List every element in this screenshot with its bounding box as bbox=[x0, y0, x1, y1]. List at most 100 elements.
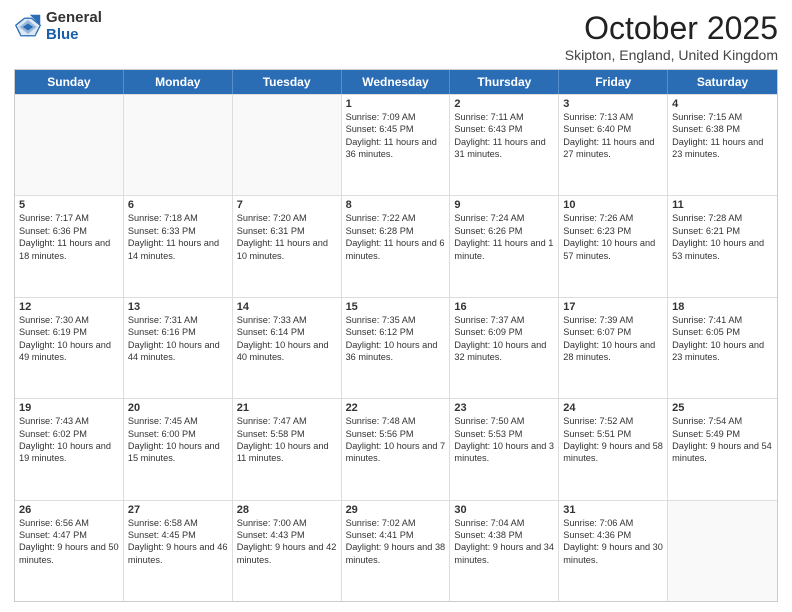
week-row-3: 12Sunrise: 7:30 AM Sunset: 6:19 PM Dayli… bbox=[15, 297, 777, 398]
cell-text: Sunrise: 7:17 AM Sunset: 6:36 PM Dayligh… bbox=[19, 212, 119, 262]
day-number: 4 bbox=[672, 98, 773, 110]
day-number: 15 bbox=[346, 301, 446, 313]
day-number: 16 bbox=[454, 301, 554, 313]
cell-text: Sunrise: 7:52 AM Sunset: 5:51 PM Dayligh… bbox=[563, 415, 663, 465]
day-number: 25 bbox=[672, 402, 773, 414]
day-number: 30 bbox=[454, 504, 554, 516]
day-number: 7 bbox=[237, 199, 337, 211]
day-number: 19 bbox=[19, 402, 119, 414]
day-number: 11 bbox=[672, 199, 773, 211]
day-number: 17 bbox=[563, 301, 663, 313]
cell-text: Sunrise: 7:20 AM Sunset: 6:31 PM Dayligh… bbox=[237, 212, 337, 262]
logo-icon bbox=[14, 13, 42, 41]
month-title: October 2025 bbox=[565, 10, 778, 47]
cell-text: Sunrise: 7:26 AM Sunset: 6:23 PM Dayligh… bbox=[563, 212, 663, 262]
day-number: 23 bbox=[454, 402, 554, 414]
header: General Blue October 2025 Skipton, Engla… bbox=[14, 10, 778, 63]
day-cell-18: 18Sunrise: 7:41 AM Sunset: 6:05 PM Dayli… bbox=[668, 298, 777, 398]
day-cell-12: 12Sunrise: 7:30 AM Sunset: 6:19 PM Dayli… bbox=[15, 298, 124, 398]
weekday-header-tuesday: Tuesday bbox=[233, 70, 342, 94]
day-number: 2 bbox=[454, 98, 554, 110]
day-cell-24: 24Sunrise: 7:52 AM Sunset: 5:51 PM Dayli… bbox=[559, 399, 668, 499]
title-block: October 2025 Skipton, England, United Ki… bbox=[565, 10, 778, 63]
empty-cell-0-2 bbox=[233, 95, 342, 195]
day-cell-29: 29Sunrise: 7:02 AM Sunset: 4:41 PM Dayli… bbox=[342, 501, 451, 601]
day-number: 1 bbox=[346, 98, 446, 110]
day-cell-2: 2Sunrise: 7:11 AM Sunset: 6:43 PM Daylig… bbox=[450, 95, 559, 195]
day-number: 10 bbox=[563, 199, 663, 211]
day-cell-3: 3Sunrise: 7:13 AM Sunset: 6:40 PM Daylig… bbox=[559, 95, 668, 195]
cell-text: Sunrise: 7:33 AM Sunset: 6:14 PM Dayligh… bbox=[237, 314, 337, 364]
weekday-header-monday: Monday bbox=[124, 70, 233, 94]
week-row-4: 19Sunrise: 7:43 AM Sunset: 6:02 PM Dayli… bbox=[15, 398, 777, 499]
week-row-1: 1Sunrise: 7:09 AM Sunset: 6:45 PM Daylig… bbox=[15, 94, 777, 195]
weekday-header-sunday: Sunday bbox=[15, 70, 124, 94]
calendar-body: 1Sunrise: 7:09 AM Sunset: 6:45 PM Daylig… bbox=[15, 94, 777, 601]
day-number: 29 bbox=[346, 504, 446, 516]
day-cell-14: 14Sunrise: 7:33 AM Sunset: 6:14 PM Dayli… bbox=[233, 298, 342, 398]
cell-text: Sunrise: 6:56 AM Sunset: 4:47 PM Dayligh… bbox=[19, 517, 119, 567]
cell-text: Sunrise: 7:11 AM Sunset: 6:43 PM Dayligh… bbox=[454, 111, 554, 161]
day-cell-17: 17Sunrise: 7:39 AM Sunset: 6:07 PM Dayli… bbox=[559, 298, 668, 398]
weekday-header-wednesday: Wednesday bbox=[342, 70, 451, 94]
day-cell-7: 7Sunrise: 7:20 AM Sunset: 6:31 PM Daylig… bbox=[233, 196, 342, 296]
cell-text: Sunrise: 7:18 AM Sunset: 6:33 PM Dayligh… bbox=[128, 212, 228, 262]
day-number: 12 bbox=[19, 301, 119, 313]
cell-text: Sunrise: 7:00 AM Sunset: 4:43 PM Dayligh… bbox=[237, 517, 337, 567]
day-cell-9: 9Sunrise: 7:24 AM Sunset: 6:26 PM Daylig… bbox=[450, 196, 559, 296]
empty-cell-0-1 bbox=[124, 95, 233, 195]
weekday-header-thursday: Thursday bbox=[450, 70, 559, 94]
day-cell-16: 16Sunrise: 7:37 AM Sunset: 6:09 PM Dayli… bbox=[450, 298, 559, 398]
day-cell-5: 5Sunrise: 7:17 AM Sunset: 6:36 PM Daylig… bbox=[15, 196, 124, 296]
day-cell-25: 25Sunrise: 7:54 AM Sunset: 5:49 PM Dayli… bbox=[668, 399, 777, 499]
calendar-header: SundayMondayTuesdayWednesdayThursdayFrid… bbox=[15, 70, 777, 94]
cell-text: Sunrise: 7:47 AM Sunset: 5:58 PM Dayligh… bbox=[237, 415, 337, 465]
day-number: 24 bbox=[563, 402, 663, 414]
day-cell-6: 6Sunrise: 7:18 AM Sunset: 6:33 PM Daylig… bbox=[124, 196, 233, 296]
day-number: 3 bbox=[563, 98, 663, 110]
day-cell-23: 23Sunrise: 7:50 AM Sunset: 5:53 PM Dayli… bbox=[450, 399, 559, 499]
empty-cell-0-0 bbox=[15, 95, 124, 195]
day-number: 28 bbox=[237, 504, 337, 516]
cell-text: Sunrise: 7:24 AM Sunset: 6:26 PM Dayligh… bbox=[454, 212, 554, 262]
day-cell-4: 4Sunrise: 7:15 AM Sunset: 6:38 PM Daylig… bbox=[668, 95, 777, 195]
day-cell-11: 11Sunrise: 7:28 AM Sunset: 6:21 PM Dayli… bbox=[668, 196, 777, 296]
day-number: 31 bbox=[563, 504, 663, 516]
location: Skipton, England, United Kingdom bbox=[565, 47, 778, 63]
logo: General Blue bbox=[14, 10, 102, 43]
cell-text: Sunrise: 7:50 AM Sunset: 5:53 PM Dayligh… bbox=[454, 415, 554, 465]
day-number: 18 bbox=[672, 301, 773, 313]
logo-text: General Blue bbox=[46, 10, 102, 43]
day-cell-31: 31Sunrise: 7:06 AM Sunset: 4:36 PM Dayli… bbox=[559, 501, 668, 601]
day-number: 8 bbox=[346, 199, 446, 211]
cell-text: Sunrise: 7:45 AM Sunset: 6:00 PM Dayligh… bbox=[128, 415, 228, 465]
cell-text: Sunrise: 7:28 AM Sunset: 6:21 PM Dayligh… bbox=[672, 212, 773, 262]
day-number: 26 bbox=[19, 504, 119, 516]
day-cell-26: 26Sunrise: 6:56 AM Sunset: 4:47 PM Dayli… bbox=[15, 501, 124, 601]
day-cell-13: 13Sunrise: 7:31 AM Sunset: 6:16 PM Dayli… bbox=[124, 298, 233, 398]
empty-cell-4-6 bbox=[668, 501, 777, 601]
cell-text: Sunrise: 7:39 AM Sunset: 6:07 PM Dayligh… bbox=[563, 314, 663, 364]
day-number: 9 bbox=[454, 199, 554, 211]
day-number: 5 bbox=[19, 199, 119, 211]
day-cell-30: 30Sunrise: 7:04 AM Sunset: 4:38 PM Dayli… bbox=[450, 501, 559, 601]
day-number: 6 bbox=[128, 199, 228, 211]
cell-text: Sunrise: 7:09 AM Sunset: 6:45 PM Dayligh… bbox=[346, 111, 446, 161]
day-number: 14 bbox=[237, 301, 337, 313]
day-cell-8: 8Sunrise: 7:22 AM Sunset: 6:28 PM Daylig… bbox=[342, 196, 451, 296]
cell-text: Sunrise: 6:58 AM Sunset: 4:45 PM Dayligh… bbox=[128, 517, 228, 567]
cell-text: Sunrise: 7:22 AM Sunset: 6:28 PM Dayligh… bbox=[346, 212, 446, 262]
cell-text: Sunrise: 7:41 AM Sunset: 6:05 PM Dayligh… bbox=[672, 314, 773, 364]
logo-general: General bbox=[46, 10, 102, 27]
day-number: 27 bbox=[128, 504, 228, 516]
cell-text: Sunrise: 7:13 AM Sunset: 6:40 PM Dayligh… bbox=[563, 111, 663, 161]
day-cell-22: 22Sunrise: 7:48 AM Sunset: 5:56 PM Dayli… bbox=[342, 399, 451, 499]
weekday-header-friday: Friday bbox=[559, 70, 668, 94]
day-cell-19: 19Sunrise: 7:43 AM Sunset: 6:02 PM Dayli… bbox=[15, 399, 124, 499]
cell-text: Sunrise: 7:54 AM Sunset: 5:49 PM Dayligh… bbox=[672, 415, 773, 465]
day-number: 22 bbox=[346, 402, 446, 414]
cell-text: Sunrise: 7:37 AM Sunset: 6:09 PM Dayligh… bbox=[454, 314, 554, 364]
day-cell-28: 28Sunrise: 7:00 AM Sunset: 4:43 PM Dayli… bbox=[233, 501, 342, 601]
day-cell-21: 21Sunrise: 7:47 AM Sunset: 5:58 PM Dayli… bbox=[233, 399, 342, 499]
week-row-5: 26Sunrise: 6:56 AM Sunset: 4:47 PM Dayli… bbox=[15, 500, 777, 601]
